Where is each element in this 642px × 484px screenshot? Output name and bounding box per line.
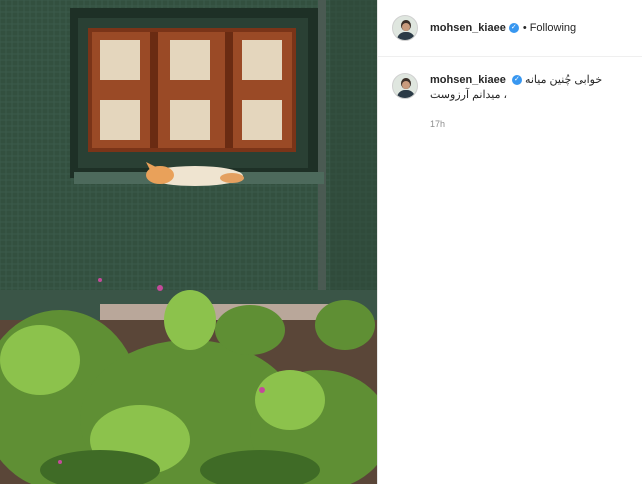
avatar[interactable] <box>392 15 418 41</box>
caption-comment: mohsen_kiaee ✓ خوابی چُنین میانه ، میدان… <box>378 57 642 132</box>
header-username[interactable]: mohsen_kiaee <box>430 22 506 34</box>
caption-body: mohsen_kiaee ✓ خوابی چُنین میانه ، میدان… <box>430 73 615 132</box>
caption-text-line1: خوابی چُنین میانه <box>524 74 603 86</box>
following-button[interactable]: Following <box>530 22 576 34</box>
verified-badge-icon: ✓ <box>508 23 519 33</box>
avatar[interactable] <box>392 73 418 99</box>
separator-dot: • <box>522 22 527 34</box>
post-header: mohsen_kiaee ✓ • Following <box>378 0 642 57</box>
caption-username[interactable]: mohsen_kiaee <box>430 74 506 86</box>
post-time[interactable]: 17h <box>430 117 615 132</box>
verified-badge-icon: ✓ <box>511 75 522 86</box>
cat-window-image <box>0 0 377 484</box>
caption-text-line2: ، میدانم آرزوست <box>430 89 508 101</box>
post-sidebar: mohsen_kiaee ✓ • Following mohsen_kiaee … <box>377 0 642 484</box>
post-photo[interactable] <box>0 0 377 484</box>
